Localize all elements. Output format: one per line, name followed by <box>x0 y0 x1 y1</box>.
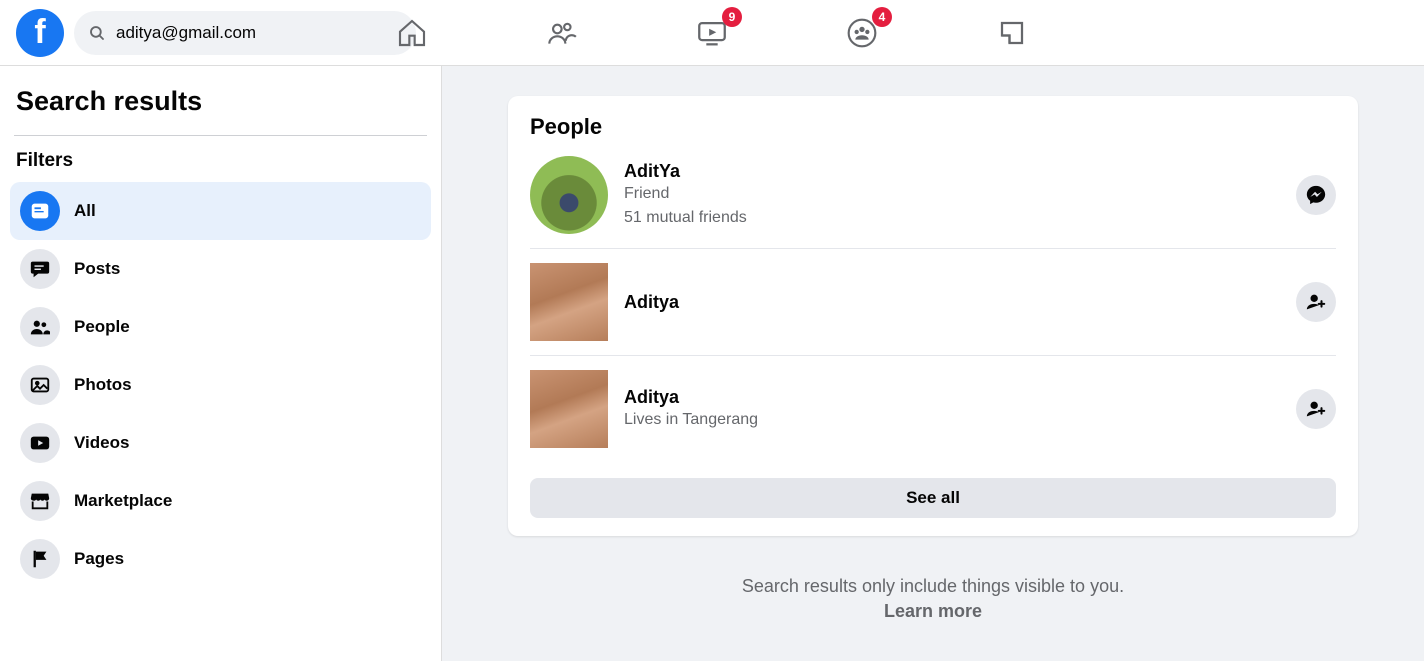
nav-watch[interactable]: 9 <box>692 13 732 53</box>
filter-label: Photos <box>74 375 132 395</box>
person-name[interactable]: Aditya <box>624 292 1296 313</box>
nav-gaming[interactable] <box>992 13 1032 53</box>
person-row[interactable]: Aditya Lives in Tangerang <box>530 356 1336 462</box>
person-row[interactable]: AditYa Friend 51 mutual friends <box>530 148 1336 249</box>
filter-videos[interactable]: Videos <box>10 414 431 472</box>
filter-label: Videos <box>74 433 129 453</box>
watch-badge: 9 <box>722 7 742 27</box>
filter-posts[interactable]: Posts <box>10 240 431 298</box>
gaming-icon <box>997 18 1027 48</box>
add-friend-button[interactable] <box>1296 282 1336 322</box>
filter-people[interactable]: People <box>10 298 431 356</box>
filter-label: People <box>74 317 130 337</box>
divider <box>14 135 427 136</box>
search-icon <box>88 24 106 42</box>
messenger-icon <box>1305 184 1327 206</box>
nav-groups[interactable]: 4 <box>842 13 882 53</box>
nav-friends[interactable] <box>542 13 582 53</box>
filter-photos[interactable]: Photos <box>10 356 431 414</box>
feed-icon <box>20 191 60 231</box>
videos-icon <box>20 423 60 463</box>
avatar[interactable] <box>530 370 608 448</box>
person-relation: Friend <box>624 182 1296 205</box>
add-friend-button[interactable] <box>1296 389 1336 429</box>
filter-label: Marketplace <box>74 491 172 511</box>
add-friend-icon <box>1305 398 1327 420</box>
add-friend-icon <box>1305 291 1327 313</box>
home-icon <box>396 17 428 49</box>
filter-pages[interactable]: Pages <box>10 530 431 588</box>
sidebar: Search results Filters All Posts People <box>0 66 442 661</box>
top-nav: 9 4 <box>392 13 1032 53</box>
people-results-card: People AditYa Friend 51 mutual friends A… <box>508 96 1358 536</box>
facebook-logo[interactable]: f <box>16 9 64 57</box>
photos-icon <box>20 365 60 405</box>
filter-label: Pages <box>74 549 124 569</box>
person-name[interactable]: Aditya <box>624 387 1296 408</box>
main-content: People AditYa Friend 51 mutual friends A… <box>442 66 1424 661</box>
groups-badge: 4 <box>872 7 892 27</box>
filter-label: Posts <box>74 259 120 279</box>
pages-icon <box>20 539 60 579</box>
person-location: Lives in Tangerang <box>624 408 1296 431</box>
search-box[interactable] <box>74 11 416 55</box>
person-mutual: 51 mutual friends <box>624 206 1296 229</box>
section-title: People <box>530 114 1336 140</box>
message-button[interactable] <box>1296 175 1336 215</box>
page-title: Search results <box>10 82 431 127</box>
person-name[interactable]: AditYa <box>624 161 1296 182</box>
filters-heading: Filters <box>10 150 431 182</box>
see-all-button[interactable]: See all <box>530 478 1336 518</box>
filter-all[interactable]: All <box>10 182 431 240</box>
nav-home[interactable] <box>392 13 432 53</box>
learn-more-link[interactable]: Learn more <box>478 601 1388 622</box>
marketplace-icon <box>20 481 60 521</box>
avatar[interactable] <box>530 263 608 341</box>
search-input[interactable] <box>116 23 402 43</box>
friends-icon <box>546 17 578 49</box>
people-icon <box>20 307 60 347</box>
filter-marketplace[interactable]: Marketplace <box>10 472 431 530</box>
posts-icon <box>20 249 60 289</box>
avatar[interactable] <box>530 156 608 234</box>
results-visibility-note: Search results only include things visib… <box>478 576 1388 622</box>
note-text: Search results only include things visib… <box>742 576 1124 596</box>
top-bar: f 9 4 <box>0 0 1424 66</box>
person-row[interactable]: Aditya <box>530 249 1336 356</box>
filter-label: All <box>74 201 96 221</box>
